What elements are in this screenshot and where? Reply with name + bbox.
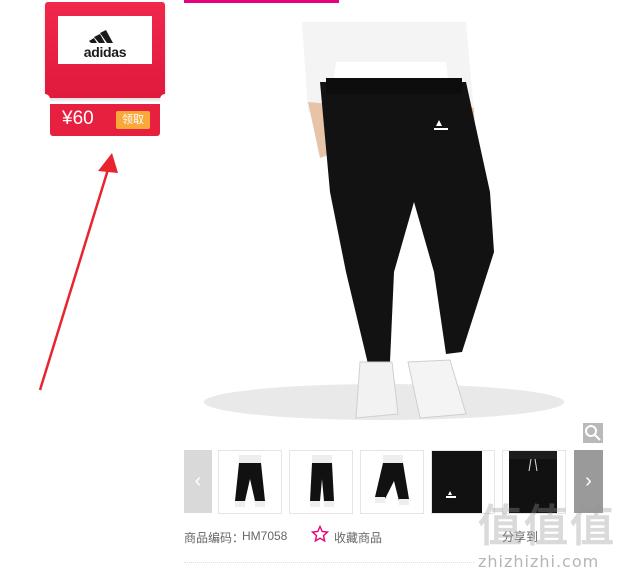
zoom-button[interactable] — [583, 423, 603, 443]
coupon-header: adidas — [45, 2, 165, 98]
favorite-link[interactable]: 收藏商品 — [334, 529, 382, 546]
watermark-logo: 值值值 — [478, 502, 616, 551]
thumbnail[interactable] — [360, 450, 424, 514]
arrow-annotation-icon — [38, 153, 118, 391]
chevron-left-icon: ‹ — [194, 470, 202, 492]
brand-coupon[interactable]: adidas ¥60 领取 — [40, 2, 170, 142]
watermark-url: zhizhizhi.com — [478, 552, 600, 571]
thumbnail-image — [235, 455, 265, 507]
thumbnail[interactable] — [218, 450, 282, 514]
coupon-divider — [53, 102, 157, 103]
thumbnail-image — [375, 455, 409, 505]
claim-coupon-button[interactable]: 领取 — [116, 111, 150, 129]
thumbnail[interactable] — [289, 450, 353, 514]
coupon-footer: ¥60 领取 — [50, 104, 160, 136]
star-icon[interactable] — [311, 525, 329, 543]
thumbnail-image — [310, 455, 334, 507]
sku-value: HM7058 — [242, 529, 288, 543]
thumbnail-prev-button[interactable]: ‹ — [184, 450, 212, 513]
divider — [184, 562, 474, 563]
pants-model-image — [204, 22, 564, 420]
main-product-image[interactable] — [184, 22, 604, 442]
top-accent-line — [184, 0, 339, 3]
brand-logo: adidas — [58, 16, 152, 64]
coupon-notch — [40, 94, 50, 104]
sku-label: 商品编码： — [184, 531, 245, 545]
brand-name: adidas — [83, 44, 127, 60]
chevron-right-icon: › — [585, 470, 592, 492]
magnifier-icon — [585, 425, 601, 441]
coupon-notch — [160, 94, 170, 104]
coupon-price: ¥60 — [62, 108, 94, 129]
